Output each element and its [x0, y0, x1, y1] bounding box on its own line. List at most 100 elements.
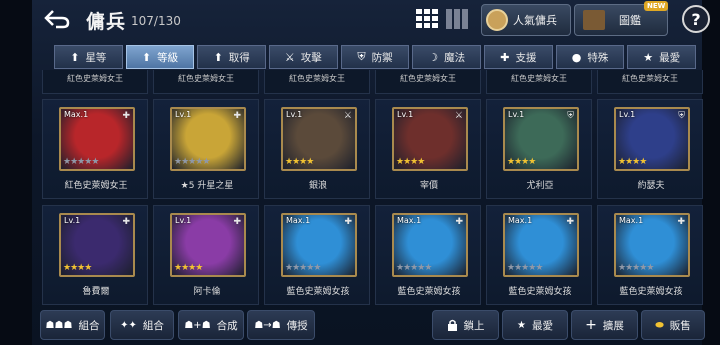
sell-label: 販售	[669, 319, 691, 332]
star-icon: ★	[195, 263, 203, 273]
tab-6[interactable]: ✚ 支援	[484, 45, 553, 69]
synthesis-icon: ☗+☗	[184, 319, 211, 331]
portrait: Max.1 ✚ ★★★★★	[503, 213, 579, 277]
lock-icon	[447, 319, 457, 331]
tab-label: 等級	[157, 51, 179, 64]
star-icon: ★	[517, 319, 526, 331]
support-icon: ✚	[566, 217, 574, 227]
star-rating: ★★★★★	[618, 263, 654, 273]
portrait: Lv.1 ✚ ★★★★★	[170, 107, 246, 171]
mercenary-card[interactable]: Max.1 ✚ ★★★★★ 藍色史萊姆女孩	[597, 205, 703, 305]
mercenary-name: 紅色史萊姆女王	[64, 181, 128, 191]
tab-label: 特殊	[587, 51, 609, 64]
combo-set-label: 組合	[78, 319, 100, 332]
support-icon: ✚	[455, 217, 463, 227]
mercenary-name: 藍色史萊姆女孩	[286, 287, 350, 297]
transfer-button[interactable]: ☗→☗ 傳授	[247, 310, 315, 340]
sell-button[interactable]: ⬬ 販售	[641, 310, 705, 340]
lock-button[interactable]: 鎖上	[432, 310, 499, 340]
partial-row: 紅色史萊姆女王 紅色史萊姆女王 紅色史萊姆女王 紅色史萊姆女王 紅色史萊姆女王 紅色史萊姆…	[42, 70, 704, 95]
tab-label: 取得	[228, 51, 250, 64]
mercenary-card[interactable]: Lv.1 ✚ ★★★★★ ★5 升星之星	[153, 99, 259, 199]
partial-card[interactable]: 紅色史萊姆女王	[153, 70, 259, 94]
star-icon: ★	[639, 157, 647, 167]
help-icon: ?	[691, 9, 701, 29]
tab-0[interactable]: ⬆ 星等	[54, 45, 123, 69]
support-icon: ✚	[677, 217, 685, 227]
level-label: Lv.1	[397, 110, 414, 119]
tab-3[interactable]: ⚔ 攻擊	[269, 45, 338, 69]
tab-1[interactable]: ⬆ 等級	[125, 45, 195, 69]
combo-set-button[interactable]: ☗☗☗ 組合	[40, 310, 105, 340]
tab-5[interactable]: ☽ 魔法	[412, 45, 482, 69]
tab-8[interactable]: ★ 最愛	[627, 45, 697, 69]
mercenary-card[interactable]: Lv.1 ⛨ ★★★★ 約瑟夫	[597, 99, 703, 199]
back-button[interactable]	[42, 6, 72, 32]
partial-card[interactable]: 紅色史萊姆女王	[597, 70, 703, 94]
mercenary-screen: 傭兵 107/130 人氣傭兵 圖鑑 NEW ? ⬆ 星等 ⬆ 等級 ⬆ 取得 ⚔ 攻擊 ⛨ 防禦…	[0, 0, 720, 345]
mercenary-name: 藍色史萊姆女孩	[397, 287, 461, 297]
card-name: 紅色史萊姆女王	[511, 74, 567, 83]
sword-icon: ⚔	[454, 111, 463, 121]
support-icon: ✚	[233, 111, 241, 121]
favorite-button[interactable]: ★ 最愛	[502, 310, 568, 340]
top-bar: 傭兵 107/130 人氣傭兵 圖鑑 NEW ?	[32, 1, 710, 36]
star-icon: ★	[202, 157, 210, 167]
tab-2[interactable]: ⬆ 取得	[197, 45, 267, 69]
level-label: Lv.1	[286, 110, 303, 119]
mercenary-card[interactable]: Lv.1 ⛨ ★★★★ 尤利亞	[486, 99, 592, 199]
synthesis-button[interactable]: ☗+☗ 合成	[178, 310, 244, 340]
partial-card[interactable]: 紅色史萊姆女王	[375, 70, 481, 94]
magic-hat-icon: ☽	[428, 50, 439, 64]
partial-card[interactable]: 紅色史萊姆女王	[42, 70, 148, 94]
popular-mercenary-button[interactable]: 人氣傭兵	[481, 4, 571, 36]
star-rating: ★★★★★	[174, 157, 210, 167]
portrait: Max.1 ✚ ★★★★★	[59, 107, 135, 171]
left-edge	[0, 0, 32, 345]
star-rating: ★★★★	[618, 157, 647, 167]
mercenary-name: 魯費爾	[82, 287, 110, 297]
sort-filter-tabs: ⬆ 星等 ⬆ 等級 ⬆ 取得 ⚔ 攻擊 ⛨ 防禦 ☽ 魔法 ✚ 支援 ● 特殊 ★ 最愛	[54, 45, 697, 69]
tab-7[interactable]: ● 特殊	[555, 45, 625, 69]
list-view-icon[interactable]	[446, 9, 468, 29]
star-rating: ★★★★★	[63, 157, 99, 167]
portrait: Max.1 ✚ ★★★★★	[392, 213, 468, 277]
combo-button[interactable]: ✦✦ 組合	[110, 310, 174, 340]
level-label: Max.1	[508, 216, 533, 225]
mercenary-card[interactable]: Lv.1 ✚ ★★★★ 魯費爾	[42, 205, 148, 305]
mercenary-card[interactable]: Max.1 ✚ ★★★★★ 紅色史萊姆女王	[42, 99, 148, 199]
avatar-icon	[486, 9, 508, 31]
expand-button[interactable]: + 擴展	[571, 310, 638, 340]
level-label: Lv.1	[64, 216, 81, 225]
arrow-up-icon: ⬆	[213, 50, 223, 64]
mercenary-card[interactable]: Lv.1 ⚔ ★★★★ 銀浪	[264, 99, 370, 199]
team-icon: ☗☗☗	[45, 319, 73, 331]
star-icon: ★	[643, 50, 654, 64]
mercenary-name: 銀浪	[308, 181, 327, 191]
tab-4[interactable]: ⛨ 防禦	[340, 45, 410, 69]
mercenary-card[interactable]: Max.1 ✚ ★★★★★ 藍色史萊姆女孩	[264, 205, 370, 305]
star-icon: ★	[313, 263, 321, 273]
mercenary-card[interactable]: Lv.1 ⚔ ★★★★ 宰價	[375, 99, 481, 199]
portrait: Lv.1 ⛨ ★★★★	[614, 107, 690, 171]
plus-icon: +	[585, 317, 597, 333]
grid-view-icon[interactable]	[416, 9, 438, 29]
combo-icon: ✦✦	[120, 319, 137, 331]
level-label: Lv.1	[175, 110, 192, 119]
transfer-label: 傳授	[286, 319, 308, 332]
mercenary-card[interactable]: Lv.1 ✚ ★★★★ 阿卡倫	[153, 205, 259, 305]
support-icon: ✚	[122, 217, 130, 227]
mercenary-card[interactable]: Max.1 ✚ ★★★★★ 藍色史萊姆女孩	[486, 205, 592, 305]
portrait: Lv.1 ✚ ★★★★	[59, 213, 135, 277]
mercenary-card[interactable]: Max.1 ✚ ★★★★★ 藍色史萊姆女孩	[375, 205, 481, 305]
support-icon: ✚	[344, 217, 352, 227]
partial-card[interactable]: 紅色史萊姆女王	[486, 70, 592, 94]
star-rating: ★★★★	[174, 263, 203, 273]
help-button[interactable]: ?	[682, 5, 710, 33]
transfer-icon: ☗→☗	[254, 319, 281, 331]
page-title: 傭兵	[86, 11, 127, 33]
mercenary-grid: 紅色史萊姆女王 紅色史萊姆女王 紅色史萊姆女王 紅色史萊姆女王 紅色史萊姆女王 紅色史萊姆…	[42, 70, 704, 306]
partial-card[interactable]: 紅色史萊姆女王	[264, 70, 370, 94]
arrow-up-icon: ⬆	[70, 50, 80, 64]
level-label: Max.1	[64, 110, 89, 119]
